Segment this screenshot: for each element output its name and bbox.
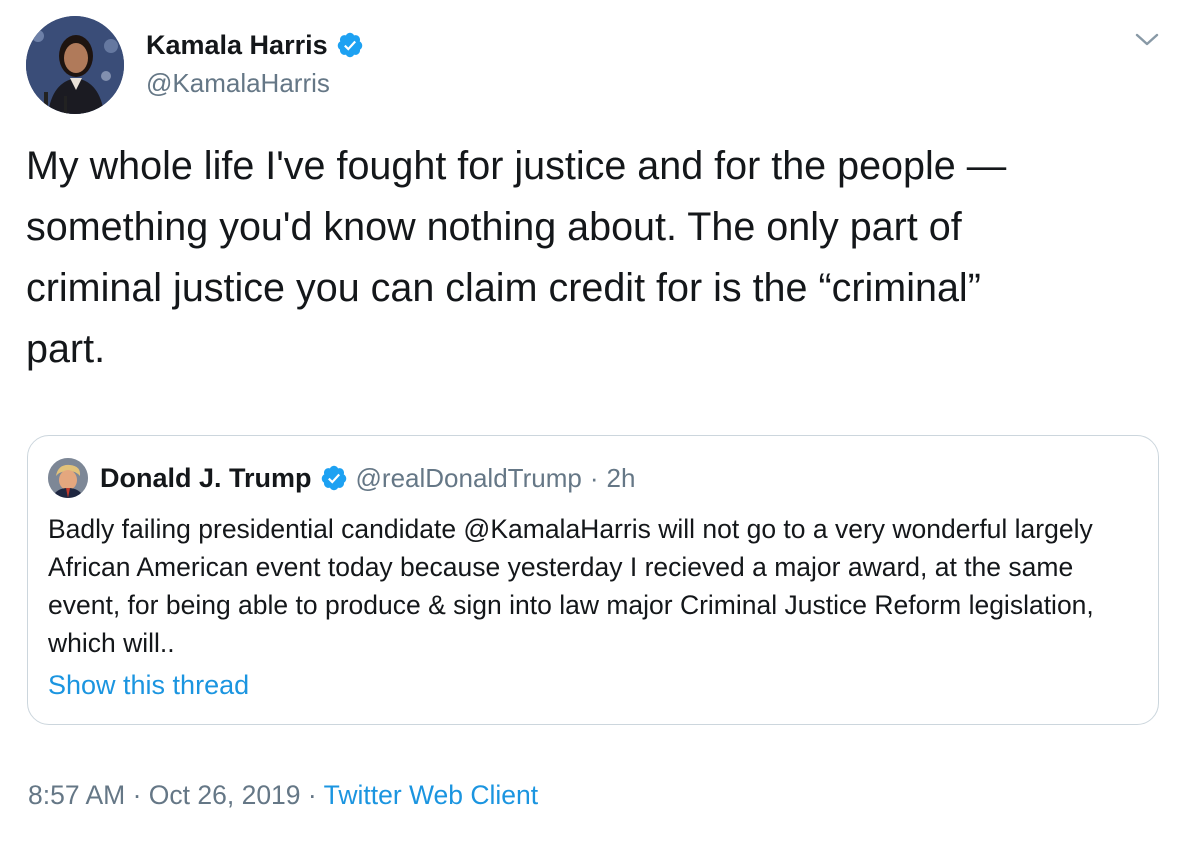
quoted-author-name[interactable]: Donald J. Trump: [100, 463, 312, 494]
tweet-source-link[interactable]: Twitter Web Client: [324, 780, 539, 810]
tweet-text: My whole life I've fought for justice an…: [26, 144, 1007, 371]
tweet-date[interactable]: Oct 26, 2019: [149, 780, 301, 810]
author-handle[interactable]: @KamalaHarris: [146, 68, 364, 99]
author-avatar[interactable]: [26, 16, 124, 114]
quoted-author-avatar: [48, 458, 88, 498]
author-name[interactable]: Kamala Harris: [146, 30, 328, 61]
tweet-meta: 8:57 AM · Oct 26, 2019 · Twitter Web Cli…: [28, 780, 538, 811]
meta-separator: ·: [300, 780, 324, 810]
author-block: Kamala Harris @KamalaHarris: [146, 28, 364, 99]
quoted-tweet-text: Badly failing presidential candidate @Ka…: [48, 514, 1094, 658]
tweet-time[interactable]: 8:57 AM: [28, 780, 125, 810]
verified-badge-icon: [336, 31, 364, 59]
chevron-down-icon[interactable]: [1134, 30, 1160, 50]
quoted-author-handle[interactable]: @realDonaldTrump: [356, 463, 582, 494]
quoted-timestamp[interactable]: 2h: [607, 463, 636, 494]
quoted-tweet-header: Donald J. Trump @realDonaldTrump · 2h: [48, 458, 635, 498]
verified-badge-icon: [320, 464, 348, 492]
meta-separator: ·: [125, 780, 149, 810]
tweet: Kamala Harris @KamalaHarris My whole lif…: [0, 0, 1190, 846]
quoted-separator: ·: [589, 462, 599, 493]
quoted-tweet-card[interactable]: Donald J. Trump @realDonaldTrump · 2h Ba…: [27, 435, 1159, 725]
author-name-row: Kamala Harris: [146, 28, 364, 62]
show-thread-link[interactable]: Show this thread: [48, 670, 249, 701]
